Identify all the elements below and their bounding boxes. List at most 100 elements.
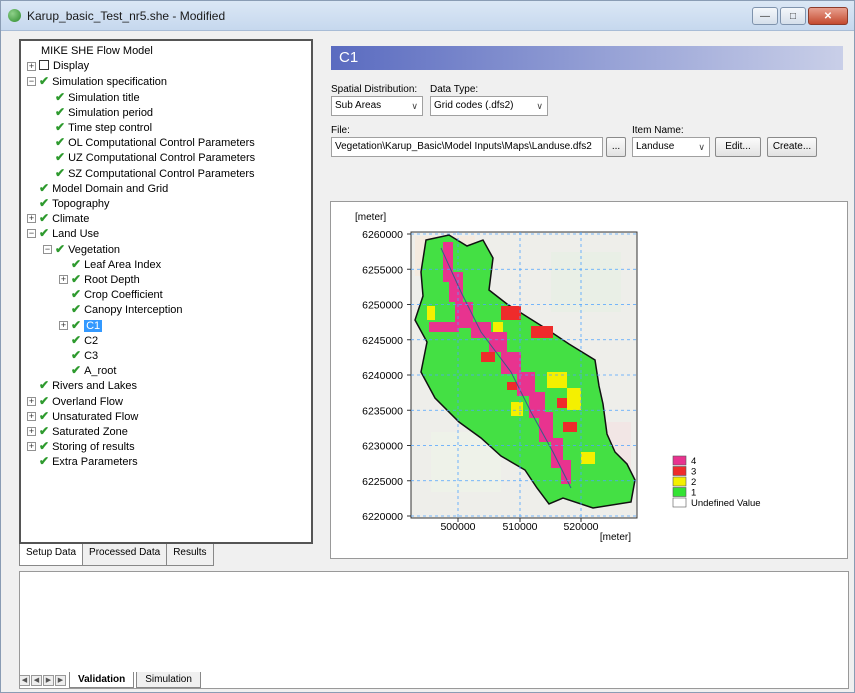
tree-item[interactable]: ✔ Storing of results [39,439,135,454]
tree-item[interactable]: ✔ Model Domain and Grid [39,181,168,196]
expand-icon[interactable]: + [27,427,36,436]
landuse-cell [507,382,517,390]
tree-item[interactable]: ✔ Topography [39,196,110,211]
tree-item[interactable]: ✔ C3 [71,348,98,363]
check-icon: ✔ [71,256,82,271]
collapse-icon[interactable]: − [27,77,36,87]
check-icon: ✔ [39,439,50,454]
data-type-select[interactable]: Grid codes (.dfs2) ∨ [430,96,548,116]
close-button[interactable]: ✕ [808,7,848,25]
check-icon: ✔ [39,454,50,469]
item-name-select[interactable]: Landuse ∨ [632,137,710,157]
tree-item[interactable]: ✔ Simulation title [55,90,140,105]
tree-item[interactable]: ✔ Time step control [55,120,152,135]
map-view[interactable]: [meter] 6260000 6255000 6250000 6245000 6240… [330,201,848,559]
file-input[interactable]: Vegetation\Karup_Basic\Model Inputs\Maps… [331,137,603,157]
check-icon: ✔ [55,104,66,119]
y-tick-label: 6250000 [362,300,403,312]
tab-processed-data[interactable]: Processed Data [82,544,168,566]
tab-setup-data[interactable]: Setup Data [19,544,84,566]
last-tab-icon[interactable]: ▶ [55,674,66,686]
edit-button[interactable]: Edit... [715,137,761,157]
tree-item[interactable]: ✔ Climate [39,211,89,226]
tree-item-label: Rivers and Lakes [52,380,138,393]
tree-item[interactable]: ✔ Simulation specification [39,74,167,89]
app-window: Karup_basic_Test_nr5.she - Modified — □ … [0,0,855,693]
tree-item[interactable]: ✔ Crop Coefficient [71,287,163,302]
maximize-button[interactable]: □ [780,7,806,25]
tree-item[interactable]: ✔ A_root [71,363,116,378]
y-tick-label: 6230000 [362,441,403,453]
tree-item[interactable]: ✔ Unsaturated Flow [39,409,138,424]
landuse-cell [481,352,495,362]
tab-results[interactable]: Results [166,544,214,566]
tree-item[interactable]: ✔ Simulation period [55,105,153,120]
check-icon: ✔ [55,150,66,165]
setup-tree: MIKE SHE Flow Model + Display − ✔ Simulation … [19,39,313,544]
expand-icon[interactable]: + [27,62,36,72]
spatial-distribution-select[interactable]: Sub Areas ∨ [331,96,423,116]
tab-validation[interactable]: Validation [69,672,135,688]
tree-item-label: C2 [84,334,99,347]
tree-item[interactable]: MIKE SHE Flow Model [41,44,153,59]
create-button[interactable]: Create... [767,137,817,157]
tab-simulation[interactable]: Simulation [136,672,201,688]
check-icon: ✔ [71,317,82,332]
spatial-distribution-label: Spatial Distribution: [331,84,418,95]
tree-item[interactable]: ✔ UZ Computational Control Parameters [55,150,255,165]
check-icon: ✔ [39,74,50,89]
tree-item[interactable]: ✔ Overland Flow [39,394,123,409]
tree-item[interactable]: ✔ Canopy Interception [71,302,183,317]
tree-item[interactable]: ✔ Rivers and Lakes [39,378,137,393]
collapse-icon[interactable]: − [27,229,36,239]
expand-icon[interactable]: + [27,214,36,224]
expand-icon[interactable]: + [27,411,36,421]
legend-label: 3 [691,467,696,478]
tree-item-label: Canopy Interception [84,304,183,317]
browse-button[interactable]: ... [606,137,626,157]
check-icon: ✔ [39,393,50,408]
first-tab-icon[interactable]: ◀ [19,674,30,686]
window-title: Karup_basic_Test_nr5.she - Modified [27,9,226,23]
properties-panel: C1 Spatial Distribution: Sub Areas ∨ Data… [319,39,849,563]
check-icon: ✔ [71,332,82,347]
tree-item-label: Saturated Zone [52,426,128,438]
landuse-cell [471,322,491,338]
tree-item[interactable]: ✔ Saturated Zone [39,424,128,439]
tree-item[interactable]: ✔ Leaf Area Index [71,257,161,272]
tree-item[interactable]: ✔ SZ Computational Control Parameters [55,166,255,181]
expand-icon[interactable]: + [59,320,68,330]
check-icon: ✔ [39,408,50,423]
panel-title: C1 [331,46,843,70]
tree-item[interactable]: Display [39,59,89,74]
item-name-label: Item Name: [632,125,684,136]
prev-tab-icon[interactable]: ◀ [31,674,42,686]
tree-item[interactable]: ✔ Extra Parameters [39,454,138,469]
legend-label: 4 [691,456,696,467]
tree-item-label: SZ Computational Control Parameters [68,167,255,180]
landuse-cell [489,332,507,352]
legend-label: Undefined Value [691,498,761,509]
check-icon: ✔ [39,226,50,241]
collapse-icon[interactable]: − [43,244,52,254]
expand-icon[interactable]: + [59,275,68,284]
data-type-label: Data Type: [430,84,479,95]
check-icon: ✔ [39,196,50,210]
checkbox-icon[interactable] [39,60,49,71]
landuse-cell [531,326,553,338]
minimize-button[interactable]: — [752,7,778,25]
tree-item-label: Land Use [52,228,100,241]
tree-item-label: Extra Parameters [52,456,138,469]
expand-icon[interactable]: + [27,442,36,452]
next-tab-icon[interactable]: ▶ [43,674,54,686]
expand-icon[interactable]: + [27,396,36,406]
tree-item[interactable]: ✔ C2 [71,333,98,348]
tree-item[interactable]: ✔ OL Computational Control Parameters [55,135,255,150]
tree-item-label: Storing of results [52,441,135,454]
map-canvas: [meter] 6260000 6255000 6250000 6245000 6240… [355,212,761,543]
x-tick-label: 520000 [563,521,598,533]
tree-item[interactable]: ✔ Root Depth [71,272,140,287]
tree-item[interactable]: ✔ C1 [71,317,103,333]
tree-item[interactable]: ✔ Vegetation [55,242,120,257]
tree-item[interactable]: ✔ Land Use [39,226,99,241]
